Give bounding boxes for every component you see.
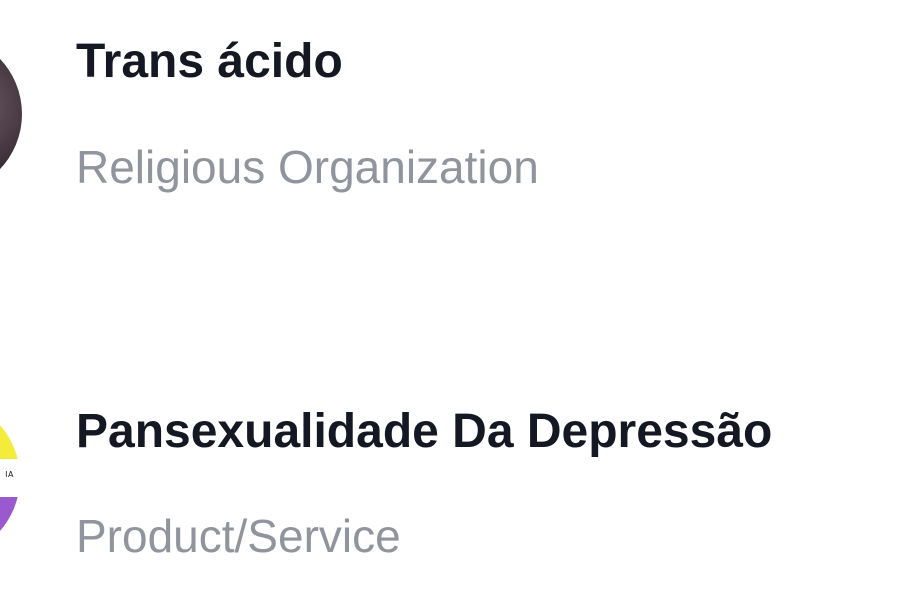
page-category: Religious Organization <box>76 141 539 193</box>
page-category: Product/Service <box>76 510 401 562</box>
avatar[interactable] <box>0 34 22 194</box>
page-results-list: Trans ácido Religious Organization IA Pa… <box>0 0 900 600</box>
list-item[interactable]: IA Pansexualidade Da Depressão Product/S… <box>0 368 900 568</box>
avatar-logo-text: IA <box>5 470 14 479</box>
list-item[interactable]: Trans ácido Religious Organization <box>0 0 900 200</box>
page-name-link[interactable]: Trans ácido <box>76 38 343 86</box>
avatar[interactable]: IA <box>0 398 20 558</box>
page-name-link[interactable]: Pansexualidade Da Depressão <box>76 408 772 456</box>
